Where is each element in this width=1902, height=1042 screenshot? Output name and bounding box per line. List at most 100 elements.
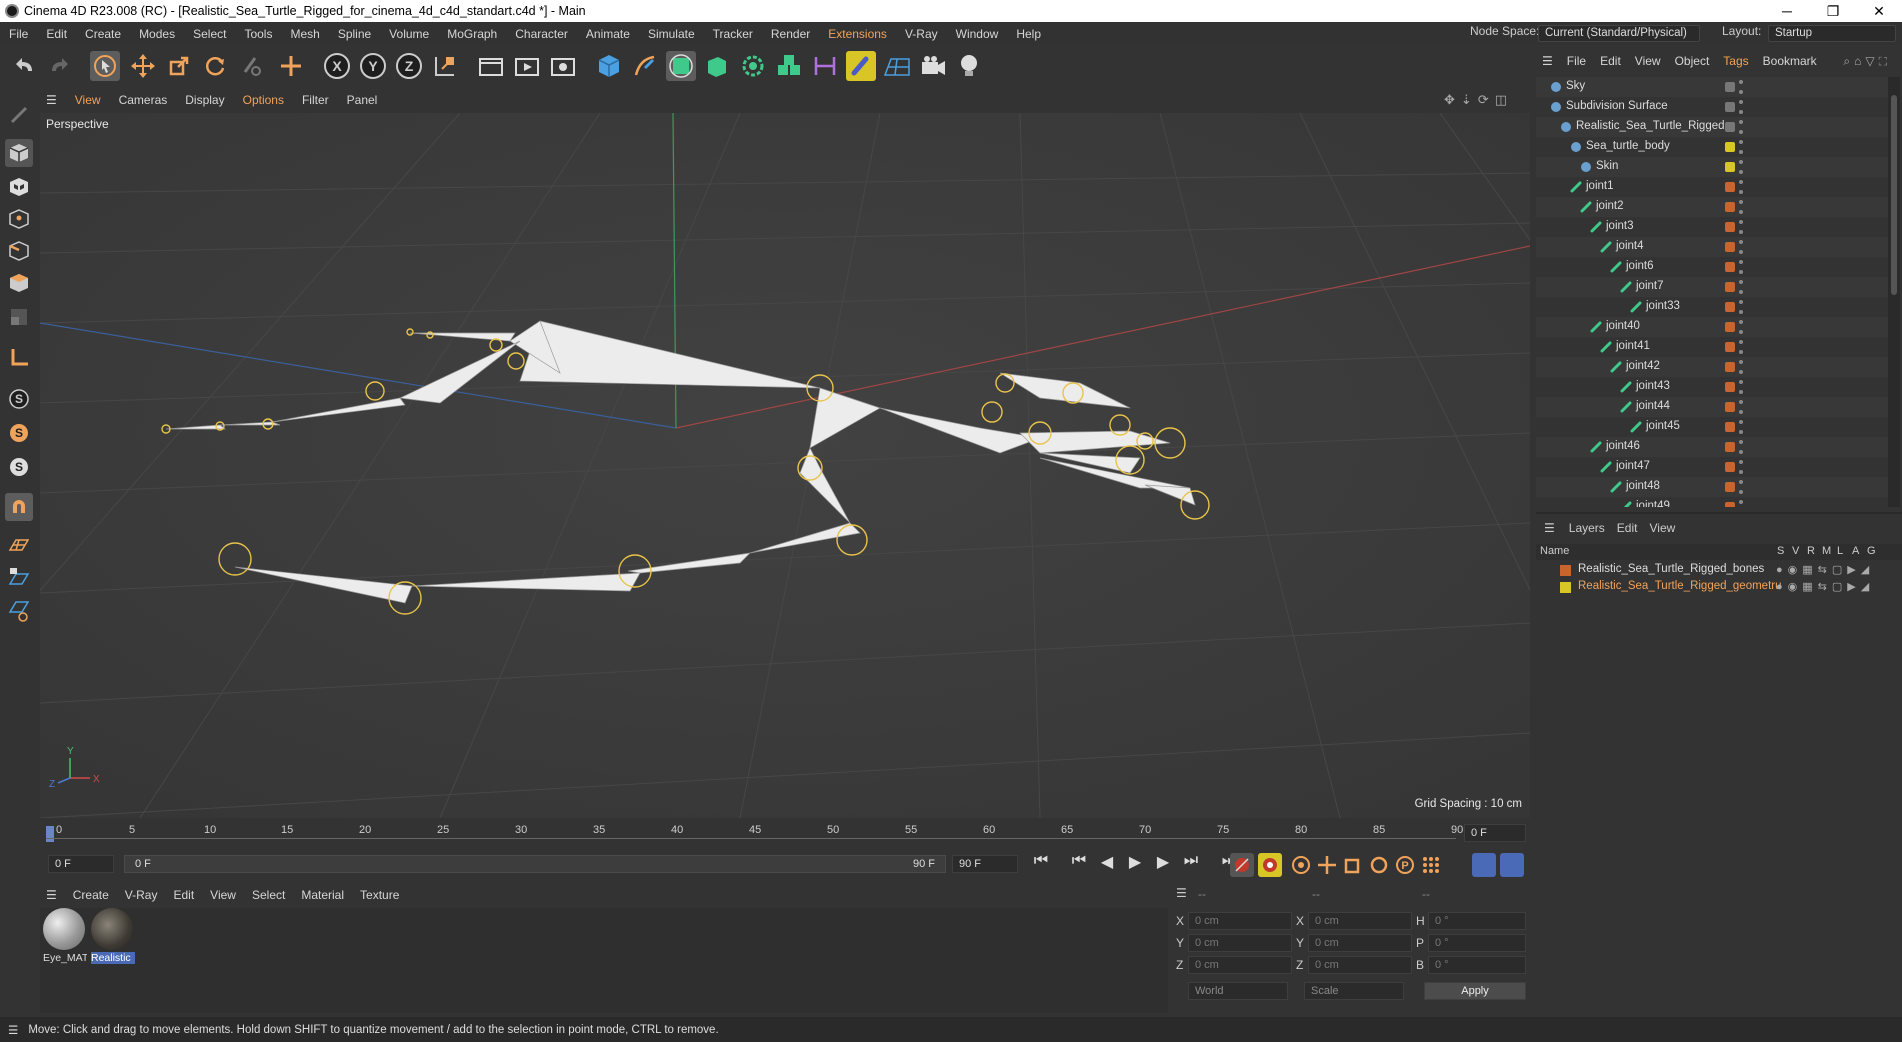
- object-menu-bookmark[interactable]: Bookmark: [1756, 54, 1824, 68]
- object-menu-view[interactable]: View: [1628, 54, 1668, 68]
- menu-simulate[interactable]: Simulate: [639, 27, 704, 41]
- visibility-dots-icon[interactable]: [1739, 120, 1743, 134]
- menu-character[interactable]: Character: [506, 27, 577, 41]
- locked-workplane-icon[interactable]: [5, 563, 33, 591]
- layer-color-indicator[interactable]: [1725, 482, 1735, 492]
- move-tool-icon[interactable]: [128, 51, 158, 81]
- x-axis-lock-button[interactable]: X: [322, 51, 352, 81]
- object-row[interactable]: Subdivision Surface: [1536, 97, 1888, 117]
- position-z-field[interactable]: 0 cm: [1188, 956, 1292, 974]
- object-name[interactable]: joint48: [1626, 480, 1660, 492]
- visibility-dots-icon[interactable]: [1739, 140, 1743, 154]
- menu-file[interactable]: File: [0, 27, 37, 41]
- visibility-dots-icon[interactable]: [1739, 160, 1743, 174]
- layer-hamburger-icon[interactable]: ☰: [1536, 521, 1563, 535]
- object-name[interactable]: Sky: [1566, 80, 1585, 92]
- position-y-field[interactable]: 0 cm: [1188, 934, 1292, 952]
- camera-object-icon[interactable]: [918, 51, 948, 81]
- start-frame-field[interactable]: 0 F: [48, 855, 114, 873]
- layer-name[interactable]: Realistic_Sea_Turtle_Rigged_geometru: [1578, 580, 1782, 592]
- object-row[interactable]: Sky: [1536, 77, 1888, 97]
- visibility-dots-icon[interactable]: [1739, 220, 1743, 234]
- object-row[interactable]: joint4: [1536, 237, 1888, 257]
- object-search-icons[interactable]: ⌕⌂▽⛶: [1836, 54, 1898, 69]
- visibility-dots-icon[interactable]: [1739, 340, 1743, 354]
- key-scale-icon[interactable]: [1342, 853, 1364, 877]
- coordinate-system-icon[interactable]: [430, 51, 460, 81]
- select-tool-icon[interactable]: [90, 51, 120, 81]
- menu-edit[interactable]: Edit: [37, 27, 76, 41]
- y-axis-lock-button[interactable]: Y: [358, 51, 388, 81]
- object-name[interactable]: joint3: [1606, 220, 1634, 232]
- joint-tool-icon[interactable]: [846, 51, 876, 81]
- layer-color-indicator[interactable]: [1725, 502, 1735, 507]
- layer-color-indicator[interactable]: [1725, 342, 1735, 352]
- deformer-icon[interactable]: [738, 51, 768, 81]
- material-menu-create[interactable]: Create: [65, 888, 117, 902]
- visibility-dots-icon[interactable]: [1739, 460, 1743, 474]
- layer-flag-icons[interactable]: ●◉▦⇆▢▶◢: [1776, 580, 1874, 593]
- coordinate-space-dropdown[interactable]: World: [1188, 982, 1288, 1000]
- menu-tracker[interactable]: Tracker: [704, 27, 762, 41]
- texture-mode-icon[interactable]: [5, 173, 33, 201]
- timeline-ruler[interactable]: 0 5 10 15 20 25 30 35 40 45 50 55 60 65 …: [40, 818, 1530, 848]
- viewport-menu-display[interactable]: Display: [176, 93, 233, 107]
- menu-mesh[interactable]: Mesh: [281, 27, 328, 41]
- menu-volume[interactable]: Volume: [380, 27, 438, 41]
- object-name[interactable]: joint7: [1636, 280, 1664, 292]
- cloner-icon[interactable]: [702, 51, 732, 81]
- rotation-h-field[interactable]: 0 °: [1428, 912, 1526, 930]
- key-position-icon[interactable]: [1316, 853, 1338, 877]
- object-row[interactable]: joint47: [1536, 457, 1888, 477]
- material-menu-texture[interactable]: Texture: [352, 888, 407, 902]
- workplane-icon[interactable]: [5, 531, 33, 559]
- layer-color-indicator[interactable]: [1725, 322, 1735, 332]
- viewport-menu-view[interactable]: View: [66, 93, 110, 107]
- object-menu-tags[interactable]: Tags: [1716, 54, 1755, 68]
- rotation-p-field[interactable]: 0 °: [1428, 934, 1526, 952]
- size-mode-dropdown[interactable]: Scale: [1304, 982, 1404, 1000]
- object-name[interactable]: joint49: [1636, 500, 1670, 507]
- layer-name[interactable]: Realistic_Sea_Turtle_Rigged_bones: [1578, 563, 1764, 575]
- layer-menu-edit[interactable]: Edit: [1611, 521, 1644, 535]
- object-row[interactable]: joint40: [1536, 317, 1888, 337]
- layer-color-indicator[interactable]: [1725, 402, 1735, 412]
- menu-render[interactable]: Render: [762, 27, 819, 41]
- menu-animate[interactable]: Animate: [577, 27, 639, 41]
- material-slot[interactable]: Eye_MAT: [43, 908, 87, 968]
- status-hamburger-icon[interactable]: ☰: [0, 1023, 28, 1037]
- object-name[interactable]: joint6: [1626, 260, 1654, 272]
- snap-mode-icon[interactable]: S: [5, 453, 33, 481]
- polygon-mode-icon[interactable]: [5, 269, 33, 297]
- layer-color-indicator[interactable]: [1725, 202, 1735, 212]
- object-name[interactable]: joint40: [1606, 320, 1640, 332]
- layer-color-indicator[interactable]: [1725, 102, 1735, 112]
- material-menu-view[interactable]: View: [202, 888, 244, 902]
- render-to-picture-viewer-icon[interactable]: [512, 51, 542, 81]
- layer-color-swatch[interactable]: [1560, 565, 1571, 576]
- visibility-dots-icon[interactable]: [1739, 420, 1743, 434]
- object-name[interactable]: joint45: [1646, 420, 1680, 432]
- menu-vray[interactable]: V-Ray: [896, 27, 947, 41]
- previous-key-icon[interactable]: ⏮: [1068, 852, 1090, 872]
- keyframe-selection-icon[interactable]: [1290, 853, 1312, 877]
- layer-row[interactable]: Realistic_Sea_Turtle_Rigged_bones ●◉▦⇆▢▶…: [1536, 562, 1902, 579]
- object-row[interactable]: joint43: [1536, 377, 1888, 397]
- floor-object-icon[interactable]: [882, 51, 912, 81]
- mograph-cloner-icon[interactable]: [774, 51, 804, 81]
- object-row[interactable]: joint41: [1536, 337, 1888, 357]
- visibility-dots-icon[interactable]: [1739, 300, 1743, 314]
- motion-system-icon[interactable]: [1472, 853, 1496, 877]
- close-button[interactable]: ✕: [1856, 0, 1902, 22]
- playhead[interactable]: [46, 826, 54, 842]
- material-slot[interactable]: Realistic: [91, 908, 135, 968]
- layer-color-indicator[interactable]: [1725, 242, 1735, 252]
- axis-mode-icon[interactable]: [5, 343, 33, 371]
- material-menu-edit[interactable]: Edit: [165, 888, 202, 902]
- layer-color-swatch[interactable]: [1560, 582, 1571, 593]
- play-icon[interactable]: ▶: [1124, 852, 1146, 872]
- frame-range-slider[interactable]: 0 F 90 F: [124, 855, 946, 873]
- object-row[interactable]: joint42: [1536, 357, 1888, 377]
- object-name[interactable]: joint41: [1616, 340, 1650, 352]
- viewport-menu-cameras[interactable]: Cameras: [110, 93, 177, 107]
